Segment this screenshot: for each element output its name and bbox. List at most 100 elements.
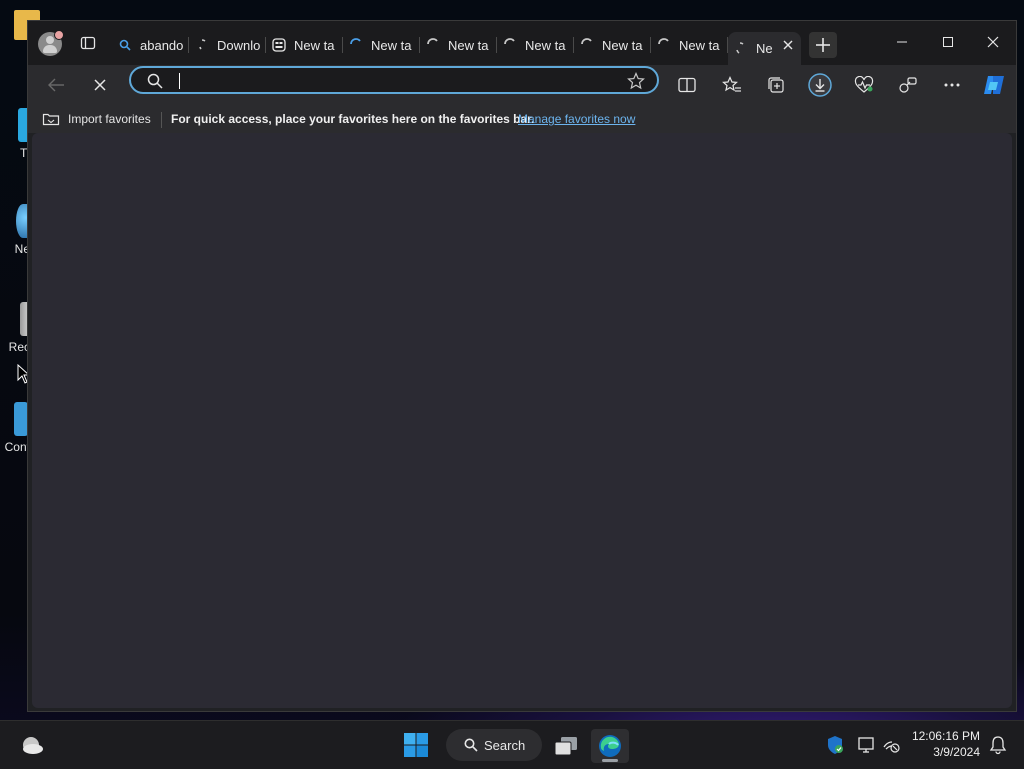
search-icon <box>118 38 132 52</box>
text-caret <box>179 73 180 89</box>
weather-cloud-icon[interactable] <box>20 733 44 757</box>
navigation-toolbar <box>28 65 1016 105</box>
copilot-button[interactable] <box>980 71 1008 99</box>
desktop-icon-control-panel[interactable]: Cont <box>0 402 30 454</box>
stop-loading-button[interactable] <box>86 71 114 99</box>
plus-icon <box>816 38 830 52</box>
tab-close-icon[interactable] <box>781 38 795 52</box>
tab[interactable]: New ta <box>651 32 728 58</box>
back-arrow-icon <box>48 78 64 92</box>
import-favorites-button[interactable]: Import favorites <box>42 112 151 126</box>
display-cast-icon[interactable] <box>857 735 877 755</box>
taskbar: Search 12:06:16 PM 3/9/2024 <box>0 720 1024 769</box>
browser-window: abando Downlo New ta New ta New ta New t… <box>27 20 1017 712</box>
page-content-area[interactable] <box>32 133 1012 708</box>
search-icon <box>147 73 163 89</box>
loading-icon <box>195 38 209 52</box>
start-windows-icon[interactable] <box>402 731 430 759</box>
collections-button[interactable] <box>762 71 790 99</box>
taskbar-search-button[interactable]: Search <box>446 729 542 761</box>
back-button[interactable] <box>42 71 70 99</box>
clock-time: 12:06:16 PM <box>911 729 980 743</box>
downloads-button[interactable] <box>806 71 834 99</box>
tab[interactable]: abando <box>112 32 189 58</box>
extensions-icon <box>899 77 917 93</box>
newtab-page-icon <box>272 38 286 52</box>
search-icon <box>464 738 478 752</box>
close-icon <box>987 36 999 48</box>
tab-actions-icon[interactable] <box>80 35 96 51</box>
running-indicator <box>602 759 618 762</box>
tab-label: abando <box>140 37 184 53</box>
system-clock[interactable]: 12:06:16 PM 3/9/2024 <box>908 728 980 760</box>
split-screen-button[interactable] <box>673 71 701 99</box>
heart-pulse-icon <box>854 76 874 93</box>
loading-icon <box>503 38 517 52</box>
browser-essentials-button[interactable] <box>850 71 878 99</box>
task-view-icon <box>554 737 577 756</box>
tab-label: New ta <box>371 37 412 53</box>
extensions-button[interactable] <box>894 71 922 99</box>
desktop-icon-label: Ne <box>14 242 30 256</box>
desktop-icon-label: Rec <box>8 340 30 354</box>
copilot-icon <box>984 76 1004 94</box>
tab[interactable]: New ta <box>266 32 343 58</box>
loading-icon <box>657 38 671 52</box>
minimize-button[interactable] <box>879 27 925 57</box>
tab-label: New ta <box>525 37 566 53</box>
notification-bell-icon[interactable] <box>988 735 1008 755</box>
security-shield-icon[interactable] <box>825 735 845 755</box>
download-icon <box>808 73 832 97</box>
favorites-bar-message: For quick access, place your favorites h… <box>171 112 535 126</box>
tab[interactable]: New ta <box>420 32 497 58</box>
more-dots-icon <box>944 83 960 87</box>
tab[interactable]: Downlo <box>189 32 266 58</box>
tab-strip: abando Downlo New ta New ta New ta New t… <box>28 21 1016 65</box>
desktop-icon-recycle-bin[interactable]: Rec <box>0 302 30 354</box>
control-panel-icon <box>14 402 28 436</box>
task-view-button[interactable] <box>547 729 585 763</box>
minimize-icon <box>897 41 907 43</box>
address-input[interactable] <box>173 71 607 91</box>
manage-favorites-link[interactable]: Manage favorites now <box>518 112 635 126</box>
desktop-icon-folder[interactable] <box>0 10 40 44</box>
tab[interactable]: New ta <box>574 32 651 58</box>
address-bar[interactable] <box>129 66 659 94</box>
split-screen-icon <box>678 77 696 93</box>
tab-label: New ta <box>602 37 643 53</box>
favorites-button[interactable] <box>718 71 746 99</box>
divider <box>161 112 162 128</box>
taskbar-edge-button[interactable] <box>591 729 629 763</box>
tab[interactable]: New ta <box>343 32 420 58</box>
desktop-icon-this-pc[interactable]: Tl <box>0 108 30 160</box>
maximize-icon <box>943 37 953 47</box>
loading-icon <box>349 38 363 52</box>
collections-icon <box>768 77 784 93</box>
profile-avatar-icon[interactable] <box>38 30 64 56</box>
tab-label: New ta <box>448 37 489 53</box>
stop-icon <box>94 79 106 91</box>
tab-label: New ta <box>294 37 335 53</box>
loading-icon <box>580 38 594 52</box>
import-favorites-label: Import favorites <box>68 112 151 126</box>
network-volume-icon[interactable] <box>882 735 902 755</box>
close-window-button[interactable] <box>970 27 1016 57</box>
desktop-icon-network[interactable]: Ne <box>0 204 30 256</box>
clock-date: 3/9/2024 <box>933 745 980 759</box>
favorites-bar: Import favorites For quick access, place… <box>28 105 1016 133</box>
tab[interactable]: New ta <box>497 32 574 58</box>
edge-browser-icon <box>599 735 621 757</box>
maximize-button[interactable] <box>925 27 971 57</box>
star-favorite-icon[interactable] <box>627 72 645 90</box>
taskbar-search-label: Search <box>484 737 526 753</box>
tab-label: New ta <box>679 37 720 53</box>
loading-icon <box>734 41 748 56</box>
tab-label: Ne <box>756 41 773 56</box>
new-tab-button[interactable] <box>809 32 837 58</box>
tab-active[interactable]: Ne <box>728 32 801 65</box>
settings-menu-button[interactable] <box>938 71 966 99</box>
tab-label: Downlo <box>217 37 261 53</box>
favorites-star-list-icon <box>722 76 741 92</box>
import-favorites-icon <box>42 113 60 126</box>
desktop-icon-label: Cont <box>4 440 30 454</box>
